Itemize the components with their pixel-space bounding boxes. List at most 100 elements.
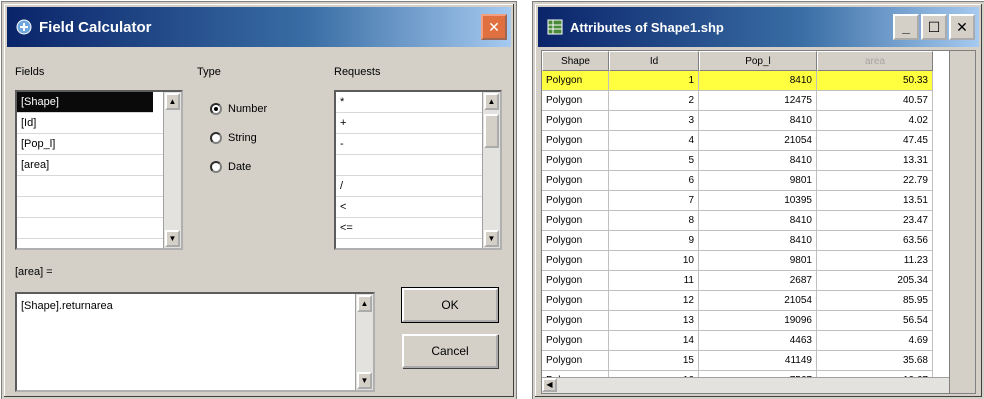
cell-area[interactable]: 47.45 [817, 131, 933, 151]
column-header-pop[interactable]: Pop_l [699, 51, 817, 71]
table-row[interactable]: Polygon 13 19096 56.54 [542, 311, 975, 331]
cell-area[interactable]: 35.68 [817, 351, 933, 371]
table-row[interactable]: Polygon 2 12475 40.57 [542, 91, 975, 111]
type-number-radio[interactable]: Number [210, 103, 267, 115]
cell-shape[interactable]: Polygon [542, 91, 609, 111]
calc-close-button[interactable]: ✕ [481, 14, 507, 40]
request-item[interactable]: < [336, 197, 500, 218]
table-row[interactable]: Polygon 11 2687 205.34 [542, 271, 975, 291]
cell-pop[interactable]: 21054 [699, 131, 817, 151]
scroll-thumb[interactable] [484, 114, 499, 148]
cell-area[interactable]: 50.33 [817, 71, 933, 91]
cell-area[interactable]: 56.54 [817, 311, 933, 331]
ok-button[interactable]: OK [401, 287, 499, 323]
table-vertical-scrollbar[interactable] [949, 51, 975, 393]
attr-titlebar[interactable]: Attributes of Shape1.shp _ ☐ ✕ [538, 7, 979, 47]
cell-pop[interactable]: 8410 [699, 71, 817, 91]
cell-id[interactable]: 4 [609, 131, 699, 151]
cell-shape[interactable]: Polygon [542, 111, 609, 131]
cell-pop[interactable]: 2687 [699, 271, 817, 291]
cell-id[interactable]: 15 [609, 351, 699, 371]
cell-shape[interactable]: Polygon [542, 171, 609, 191]
cell-shape[interactable]: Polygon [542, 191, 609, 211]
minimize-button[interactable]: _ [893, 14, 919, 40]
cell-id[interactable]: 10 [609, 251, 699, 271]
field-item-id[interactable]: [Id] [17, 113, 181, 134]
cell-pop[interactable]: 19096 [699, 311, 817, 331]
cell-area[interactable]: 63.56 [817, 231, 933, 251]
calc-titlebar[interactable]: Field Calculator ✕ [7, 7, 511, 47]
cell-area[interactable]: 13.51 [817, 191, 933, 211]
cell-id[interactable]: 2 [609, 91, 699, 111]
cell-pop[interactable]: 8410 [699, 151, 817, 171]
cell-id[interactable]: 6 [609, 171, 699, 191]
cell-shape[interactable]: Polygon [542, 211, 609, 231]
cell-pop[interactable]: 21054 [699, 291, 817, 311]
scroll-down-arrow-icon[interactable]: ▼ [165, 230, 180, 247]
attr-close-button[interactable]: ✕ [949, 14, 975, 40]
cell-pop[interactable]: 10395 [699, 191, 817, 211]
scroll-left-arrow-icon[interactable]: ◀ [542, 378, 557, 392]
request-item[interactable]: + [336, 113, 500, 134]
table-row[interactable]: Polygon 15 41149 35.68 [542, 351, 975, 371]
cell-area[interactable]: 4.69 [817, 331, 933, 351]
cell-id[interactable]: 12 [609, 291, 699, 311]
cell-pop[interactable]: 9801 [699, 251, 817, 271]
cell-area[interactable]: 40.57 [817, 91, 933, 111]
table-row[interactable]: Polygon 4 21054 47.45 [542, 131, 975, 151]
cell-id[interactable]: 14 [609, 331, 699, 351]
cell-shape[interactable]: Polygon [542, 251, 609, 271]
cell-area[interactable]: 13.31 [817, 151, 933, 171]
field-item-pop[interactable]: [Pop_l] [17, 134, 181, 155]
cell-shape[interactable]: Polygon [542, 231, 609, 251]
cell-id[interactable]: 11 [609, 271, 699, 291]
cell-pop[interactable]: 8410 [699, 211, 817, 231]
cell-id[interactable]: 5 [609, 151, 699, 171]
scroll-up-arrow-icon[interactable]: ▲ [484, 93, 499, 110]
expression-input[interactable]: [Shape].returnarea ▲ ▼ [15, 292, 375, 392]
request-item[interactable] [336, 155, 500, 176]
requests-scrollbar[interactable]: ▲ ▼ [482, 92, 500, 248]
scroll-down-arrow-icon[interactable]: ▼ [484, 230, 499, 247]
table-row[interactable]: Polygon 1 8410 50.33 [542, 71, 975, 91]
cell-pop[interactable]: 12475 [699, 91, 817, 111]
scroll-up-arrow-icon[interactable]: ▲ [165, 93, 180, 110]
maximize-button[interactable]: ☐ [921, 14, 947, 40]
table-row[interactable]: Polygon 7 10395 13.51 [542, 191, 975, 211]
cell-shape[interactable]: Polygon [542, 131, 609, 151]
cancel-button[interactable]: Cancel [402, 334, 498, 368]
request-item[interactable]: - [336, 134, 500, 155]
cell-id[interactable]: 9 [609, 231, 699, 251]
cell-area[interactable]: 4.02 [817, 111, 933, 131]
column-header-area[interactable]: area [817, 51, 933, 71]
attribute-table[interactable]: Shape Id Pop_l area Polygon 1 8410 50.33 Pol… [541, 50, 976, 394]
table-row[interactable]: Polygon 5 8410 13.31 [542, 151, 975, 171]
column-header-id[interactable]: Id [609, 51, 699, 71]
type-date-radio[interactable]: Date [210, 161, 251, 173]
column-header-shape[interactable]: Shape [542, 51, 609, 71]
type-string-radio[interactable]: String [210, 132, 257, 144]
cell-shape[interactable]: Polygon [542, 271, 609, 291]
request-item[interactable]: <= [336, 218, 500, 239]
cell-id[interactable]: 1 [609, 71, 699, 91]
cell-shape[interactable]: Polygon [542, 351, 609, 371]
cell-shape[interactable]: Polygon [542, 331, 609, 351]
cell-pop[interactable]: 8410 [699, 111, 817, 131]
table-row[interactable]: Polygon 6 9801 22.79 [542, 171, 975, 191]
table-row[interactable]: Polygon 9 8410 63.56 [542, 231, 975, 251]
cell-shape[interactable]: Polygon [542, 291, 609, 311]
fields-list[interactable]: [Shape] [Id] [Pop_l] [area] ▲ ▼ [15, 90, 183, 250]
expression-scrollbar[interactable]: ▲ ▼ [355, 294, 373, 390]
table-row[interactable]: Polygon 12 21054 85.95 [542, 291, 975, 311]
table-row[interactable]: Polygon 8 8410 23.47 [542, 211, 975, 231]
cell-pop[interactable]: 9801 [699, 171, 817, 191]
cell-shape[interactable]: Polygon [542, 311, 609, 331]
fields-scrollbar[interactable]: ▲ ▼ [163, 92, 181, 248]
table-row[interactable]: Polygon 10 9801 11.23 [542, 251, 975, 271]
cell-pop[interactable]: 8410 [699, 231, 817, 251]
cell-area[interactable]: 23.47 [817, 211, 933, 231]
cell-id[interactable]: 13 [609, 311, 699, 331]
field-item-area[interactable]: [area] [17, 155, 181, 176]
cell-shape[interactable]: Polygon [542, 151, 609, 171]
scroll-down-arrow-icon[interactable]: ▼ [357, 372, 372, 389]
